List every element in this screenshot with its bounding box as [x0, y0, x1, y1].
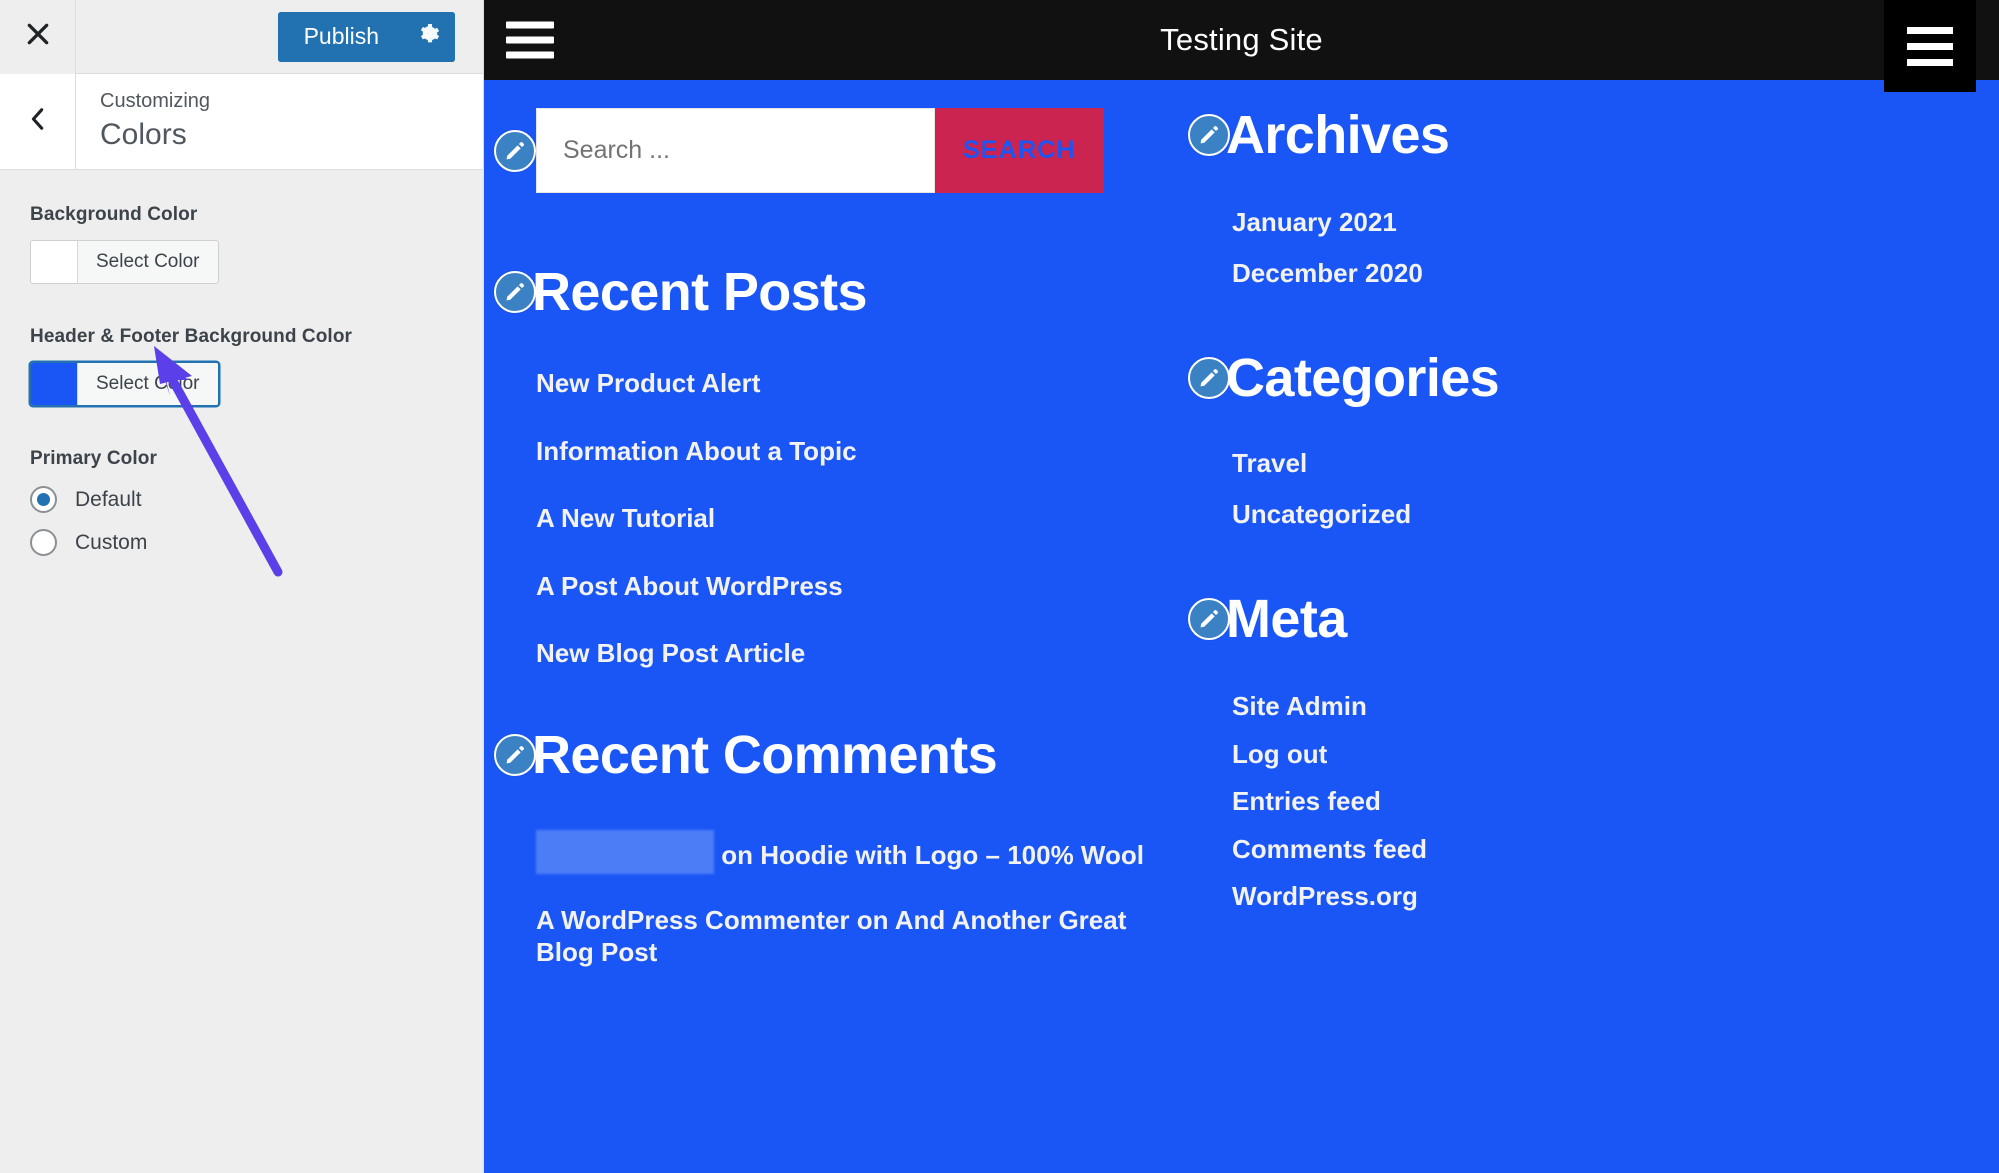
widget-title-text: Archives	[1226, 105, 1450, 165]
list-item[interactable]: Log out	[1232, 738, 1999, 771]
widget-title-text: Meta	[1226, 589, 1347, 649]
categories-list: Travel Uncategorized	[1188, 447, 1999, 530]
corner-hamburger-menu-icon[interactable]	[1884, 0, 1976, 92]
meta-list: Site Admin Log out Entries feed Comments…	[1188, 690, 1999, 913]
recent-posts-widget: Recent Posts New Product Alert Informati…	[484, 265, 1104, 670]
customizing-eyebrow: Customizing	[100, 89, 211, 112]
radio-button-unselected[interactable]	[30, 529, 57, 556]
radio-option-custom[interactable]: Custom	[30, 529, 453, 556]
radio-dot-icon	[37, 493, 50, 506]
list-item[interactable]: A New Tutorial	[536, 502, 1104, 535]
radio-option-default[interactable]: Default	[30, 486, 453, 513]
categories-widget: Categories Travel Uncategorized	[1104, 351, 1999, 530]
list-item[interactable]: on Hoodie with Logo – 100% Wool	[536, 829, 1154, 874]
search-input[interactable]	[536, 108, 935, 193]
list-item[interactable]: A WordPress Commenter on And Another Gre…	[536, 904, 1154, 969]
color-swatch	[31, 363, 77, 405]
archives-widget: Archives January 2021 December 2020	[1104, 108, 1999, 289]
customizer-panel: Publish Customizing Colors Background Co…	[0, 0, 484, 1173]
list-item[interactable]: New Product Alert	[536, 367, 1104, 400]
recent-comments-widget: Recent Comments on Hoodie with Logo – 10…	[484, 728, 1144, 969]
select-color-button-label[interactable]: Select Color	[77, 363, 218, 405]
list-item[interactable]: Entries feed	[1232, 785, 1999, 818]
close-customizer-button[interactable]	[0, 0, 76, 74]
list-item[interactable]: Travel	[1232, 447, 1999, 480]
color-swatch	[31, 241, 77, 283]
search-button[interactable]: SEARCH	[934, 108, 1104, 193]
widget-heading: Archives	[1188, 108, 1999, 162]
radio-label: Default	[75, 487, 142, 511]
comment-text: on Hoodie with Logo – 100% Wool	[721, 839, 1144, 870]
widget-heading: Recent Posts	[494, 265, 1104, 319]
publish-group: Publish	[277, 11, 455, 62]
list-item[interactable]: WordPress.org	[1232, 880, 1999, 913]
publish-button[interactable]: Publish	[277, 11, 401, 62]
customizer-topbar: Publish	[0, 0, 483, 74]
widget-title-text: Recent Posts	[532, 262, 868, 322]
customizer-controls: Background Color Select Color Header & F…	[0, 170, 483, 556]
breadcrumb: Customizing Colors	[76, 74, 483, 169]
recent-posts-list: New Product Alert Information About a To…	[494, 367, 1104, 670]
hamburger-menu-icon[interactable]	[506, 21, 554, 59]
pencil-edit-icon[interactable]	[494, 129, 536, 172]
site-title: Testing Site	[1160, 22, 1323, 57]
widget-heading: Recent Comments	[494, 728, 1104, 782]
site-topbar: Testing Site	[484, 0, 1999, 80]
widget-column-right: Archives January 2021 December 2020 Cate…	[1104, 80, 1999, 999]
redacted-commenter-name	[536, 829, 714, 874]
list-item[interactable]: New Blog Post Article	[536, 637, 1104, 670]
select-color-button-label[interactable]: Select Color	[77, 241, 218, 283]
list-item[interactable]: Information About a Topic	[536, 435, 1104, 468]
list-item[interactable]: January 2021	[1232, 206, 1999, 239]
customizer-section-header: Customizing Colors	[0, 74, 483, 170]
pencil-edit-icon[interactable]	[494, 271, 536, 313]
control-primary-color: Primary Color Default Custom	[30, 448, 453, 556]
close-x-icon	[25, 21, 51, 52]
publish-settings-button[interactable]	[401, 11, 455, 62]
back-button[interactable]	[0, 74, 76, 169]
control-background-color: Background Color Select Color	[30, 204, 453, 288]
page-title: Colors	[100, 117, 187, 151]
list-item[interactable]: December 2020	[1232, 257, 1999, 290]
control-header-footer-background-color: Header & Footer Background Color Select …	[30, 326, 453, 410]
pencil-edit-icon[interactable]	[494, 733, 536, 776]
site-preview: Testing Site SEARCH	[484, 0, 1999, 1173]
archives-list: January 2021 December 2020	[1188, 206, 1999, 289]
meta-widget: Meta Site Admin Log out Entries feed Com…	[1104, 592, 1999, 913]
header-footer-color-picker[interactable]: Select Color	[30, 362, 219, 406]
pencil-edit-icon[interactable]	[1188, 357, 1230, 399]
control-label: Header & Footer Background Color	[30, 326, 353, 347]
search-widget: SEARCH	[484, 80, 1104, 193]
list-item[interactable]: Uncategorized	[1232, 498, 1999, 531]
gear-icon	[416, 22, 440, 51]
widget-heading: Meta	[1188, 592, 1999, 646]
pencil-edit-icon[interactable]	[1188, 114, 1230, 156]
widget-column-left: SEARCH Recent Posts New P	[484, 80, 1144, 999]
list-item[interactable]: A Post About WordPress	[536, 570, 1104, 603]
control-label: Primary Color	[30, 448, 157, 469]
radio-button-selected[interactable]	[30, 486, 57, 513]
pencil-edit-icon[interactable]	[1188, 598, 1230, 640]
radio-label: Custom	[75, 530, 148, 554]
widget-title-text: Categories	[1226, 348, 1500, 408]
control-label: Background Color	[30, 204, 198, 225]
background-color-picker[interactable]: Select Color	[30, 240, 219, 284]
widget-grid: SEARCH Recent Posts New P	[484, 80, 1999, 999]
widget-heading: Categories	[1188, 351, 1999, 405]
widget-title-text: Recent Comments	[532, 724, 998, 785]
recent-comments-list: on Hoodie with Logo – 100% Wool A WordPr…	[494, 829, 1154, 969]
list-item[interactable]: Comments feed	[1232, 833, 1999, 866]
screen-root: Publish Customizing Colors Background Co…	[0, 0, 1999, 1173]
list-item[interactable]: Site Admin	[1232, 690, 1999, 723]
chevron-left-icon	[27, 106, 49, 137]
